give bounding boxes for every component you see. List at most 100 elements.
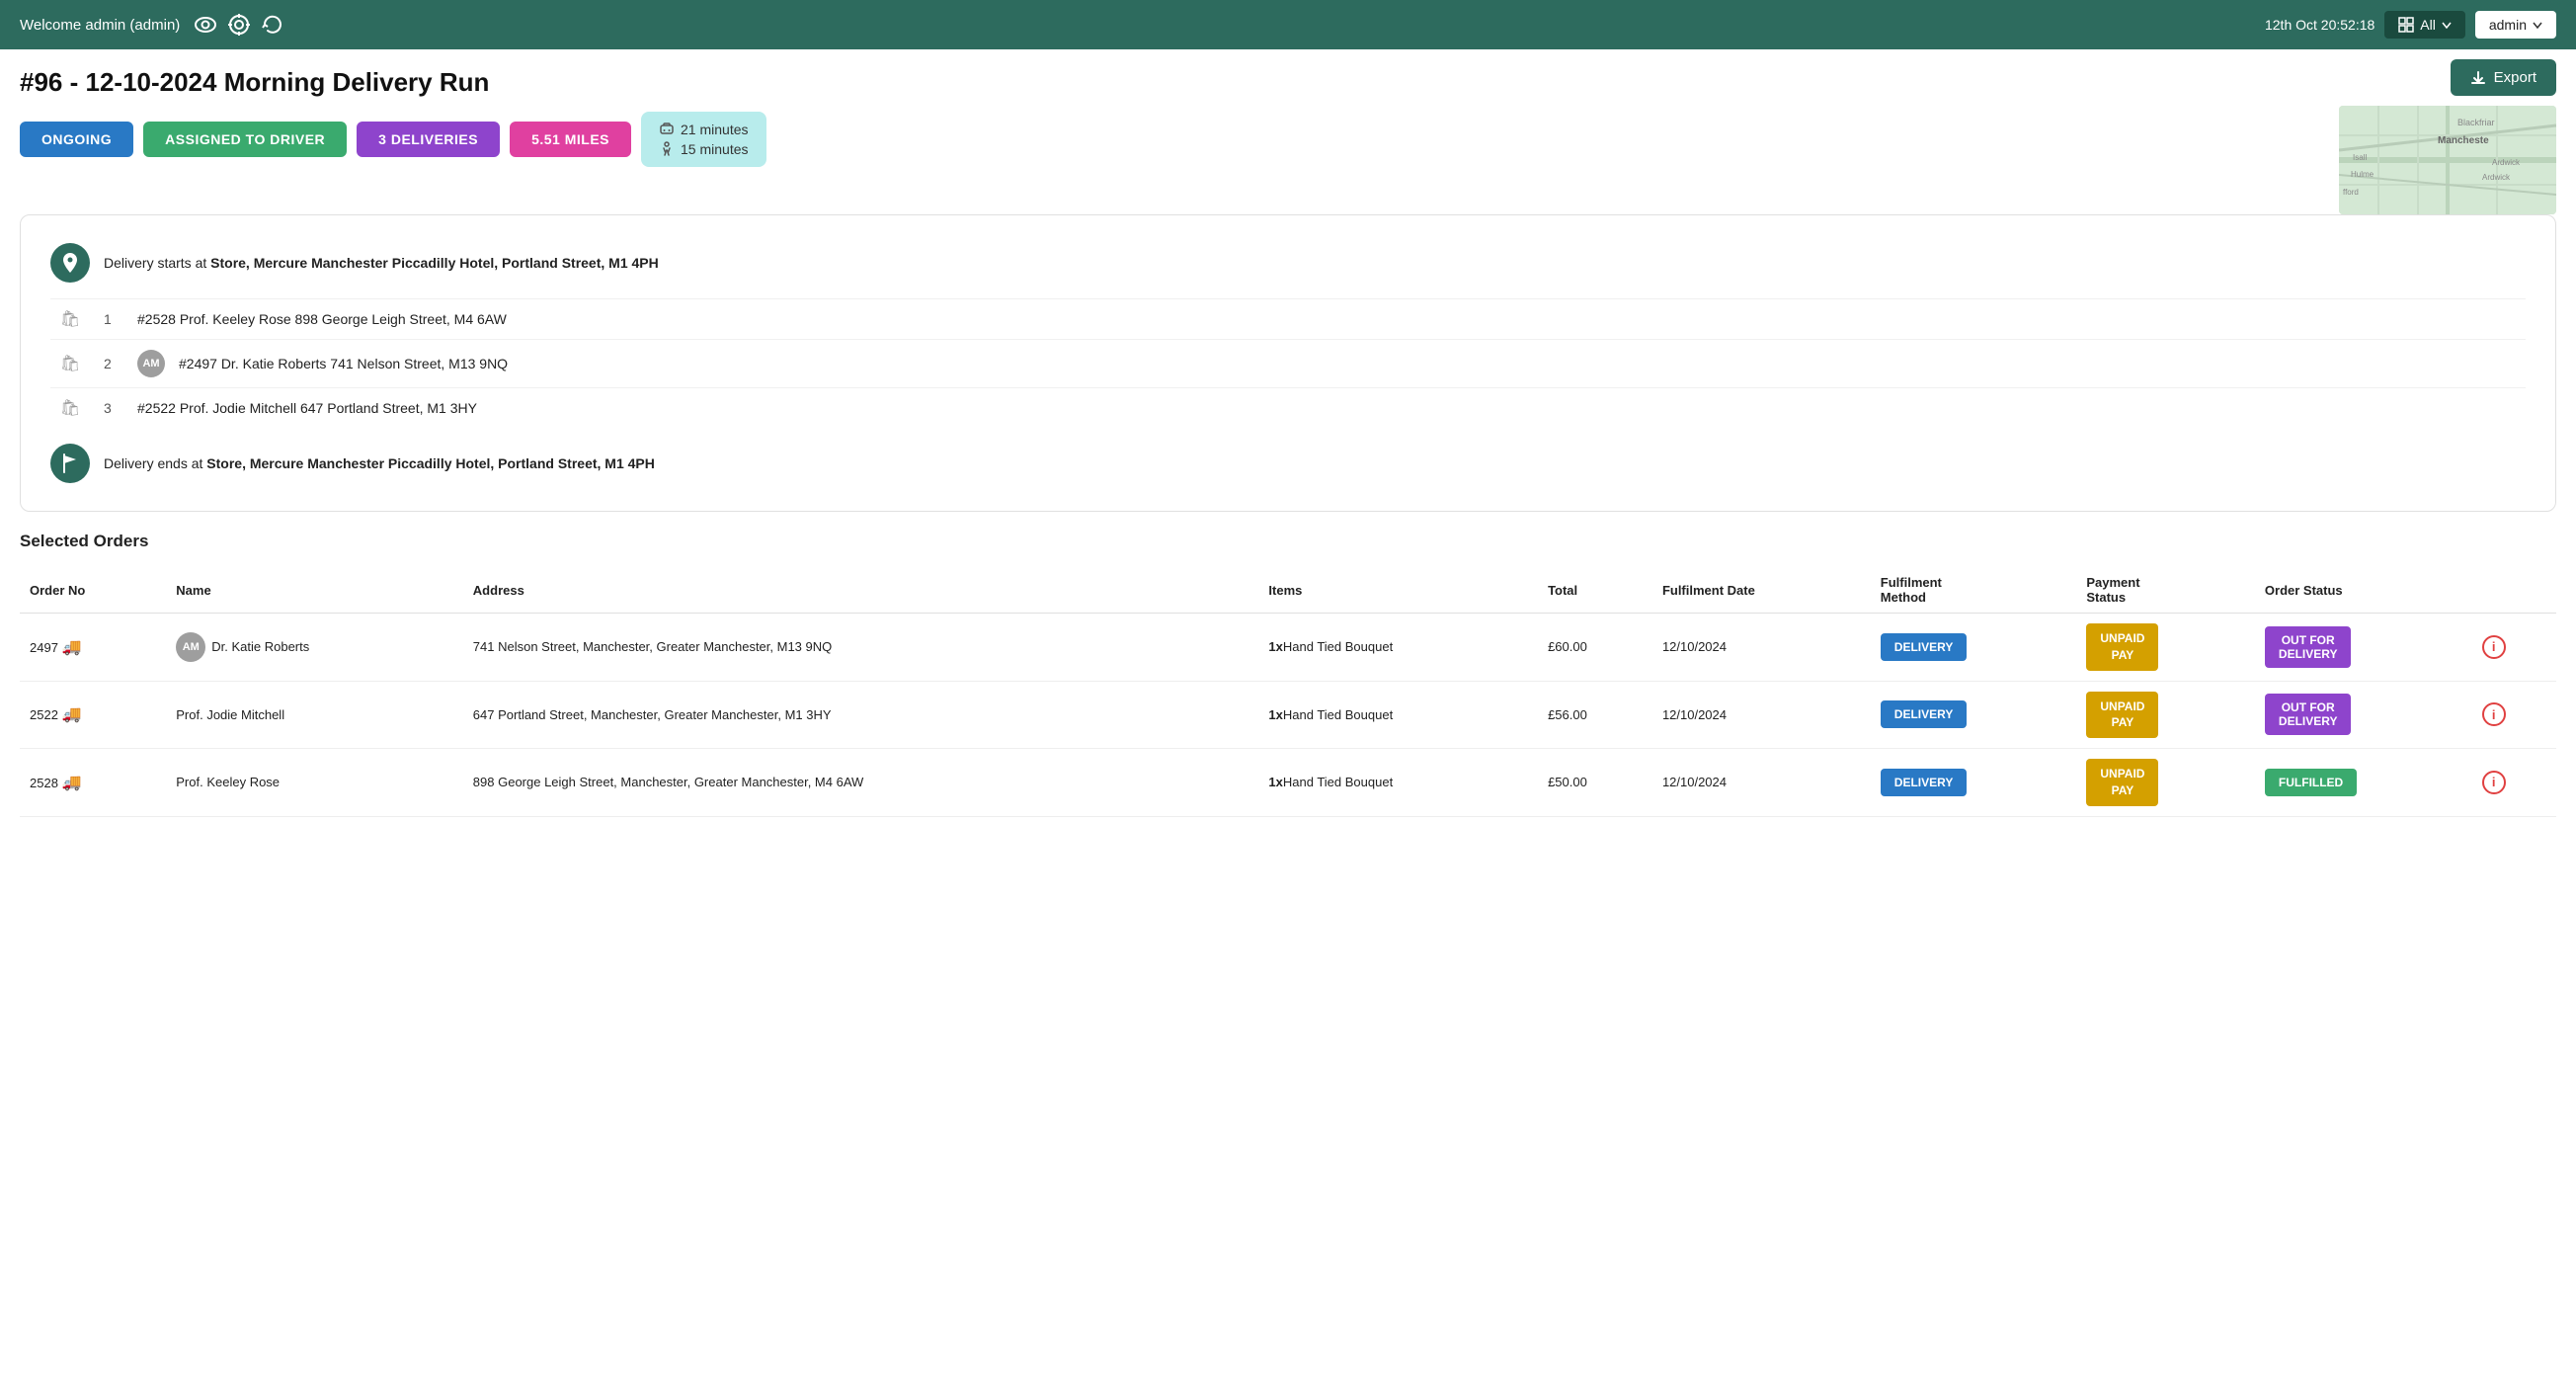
badge-miles: 5.51 MILES <box>510 122 631 157</box>
unpaid-btn-2522[interactable]: UNPAIDPAY <box>2086 692 2158 739</box>
date-2522: 12/10/2024 <box>1652 681 1871 749</box>
out-delivery-btn-2522[interactable]: OUT FORDELIVERY <box>2265 694 2352 735</box>
route-end-location: Store, Mercure Manchester Piccadilly Hot… <box>206 455 655 471</box>
orders-section: Selected Orders Order No Name Address It… <box>0 532 2576 837</box>
svg-text:Ardwick: Ardwick <box>2482 173 2511 182</box>
header-right: 12th Oct 20:52:18 All admin <box>2265 11 2556 39</box>
name-text-2497: Dr. Katie Roberts <box>211 639 309 654</box>
svg-text:Hulme: Hulme <box>2351 170 2375 179</box>
col-order-no: Order No <box>20 567 166 614</box>
all-label: All <box>2420 17 2436 33</box>
title-bar: #96 - 12-10-2024 Morning Delivery Run <box>0 49 2339 98</box>
map-thumbnail: Blackfriar Mancheste Isall Ardwick Hulme… <box>2339 106 2556 214</box>
col-total: Total <box>1538 567 1652 614</box>
svg-text:Isall: Isall <box>2353 153 2367 162</box>
header-icons <box>194 13 284 37</box>
route-end-text: Delivery ends at Store, Mercure Manchest… <box>104 455 655 471</box>
name-2497: AM Dr. Katie Roberts <box>166 614 463 682</box>
fulfilled-btn-2528[interactable]: FULFILLED <box>2265 769 2357 796</box>
items-2497: 1xHand Tied Bouquet <box>1258 614 1538 682</box>
info-icon-2528[interactable]: i <box>2482 771 2506 794</box>
route-start-text: Delivery starts at Store, Mercure Manche… <box>104 255 659 271</box>
header-left: Welcome admin (admin) <box>20 13 284 37</box>
refresh-icon[interactable] <box>261 13 284 37</box>
route-end: Delivery ends at Store, Mercure Manchest… <box>50 444 2526 483</box>
order-no-2497: 2497 🚚 <box>20 614 166 682</box>
name-text-2528: Prof. Keeley Rose <box>176 775 280 789</box>
method-2522: DELIVERY <box>1871 681 2077 749</box>
admin-label: admin <box>2489 17 2527 33</box>
truck-icon-2522: 🚚 <box>62 706 82 723</box>
time-walk-row: 15 minutes <box>659 141 748 157</box>
name-2528: Prof. Keeley Rose <box>166 749 463 817</box>
info-icon-2522[interactable]: i <box>2482 702 2506 726</box>
delivery-num-1: 1 <box>104 311 123 327</box>
payment-2522: UNPAIDPAY <box>2076 681 2255 749</box>
delivery-btn-2522[interactable]: DELIVERY <box>1881 700 1968 728</box>
welcome-text: Welcome admin (admin) <box>20 17 180 34</box>
route-start-label: Delivery starts at <box>104 255 206 271</box>
time-drive-row: 21 minutes <box>659 122 748 137</box>
target-icon[interactable] <box>227 13 251 37</box>
date-2528: 12/10/2024 <box>1652 749 1871 817</box>
badges-row: ONGOING ASSIGNED TO DRIVER 3 DELIVERIES … <box>0 98 2339 183</box>
col-address: Address <box>463 567 1259 614</box>
truck-icon-2528: 🚚 <box>62 775 82 791</box>
flag-icon <box>50 444 90 483</box>
delivery-btn-2497[interactable]: DELIVERY <box>1881 633 1968 661</box>
delivery-num-2: 2 <box>104 356 123 371</box>
svg-text:Blackfriar: Blackfriar <box>2457 118 2495 127</box>
order-no-2528: 2528 🚚 <box>20 749 166 817</box>
total-2497: £60.00 <box>1538 614 1652 682</box>
out-delivery-btn-2497[interactable]: OUT FORDELIVERY <box>2265 626 2352 668</box>
payment-2497: UNPAIDPAY <box>2076 614 2255 682</box>
page-title: #96 - 12-10-2024 Morning Delivery Run <box>20 67 489 98</box>
method-2497: DELIVERY <box>1871 614 2077 682</box>
time-walk: 15 minutes <box>681 141 748 157</box>
address-2497: 741 Nelson Street, Manchester, Greater M… <box>463 614 1259 682</box>
delivery-row-3: 🛍 3 #2522 Prof. Jodie Mitchell 647 Portl… <box>50 387 2526 428</box>
col-fulfilment-method: FulfilmentMethod <box>1871 567 2077 614</box>
bag-icon-1: 🛍 <box>50 309 90 329</box>
header: Welcome admin (admin) 12th Oct 20:52:18 … <box>0 0 2576 49</box>
bag-icon-3: 🛍 <box>50 398 90 418</box>
total-2522: £56.00 <box>1538 681 1652 749</box>
order-no-2522: 2522 🚚 <box>20 681 166 749</box>
truck-icon-2497: 🚚 <box>62 639 82 656</box>
total-2528: £50.00 <box>1538 749 1652 817</box>
delivery-text-2: #2497 Dr. Katie Roberts 741 Nelson Stree… <box>179 356 508 371</box>
order-row-2497: 2497 🚚 AM Dr. Katie Roberts 741 Nelson S… <box>20 614 2556 682</box>
items-2528: 1xHand Tied Bouquet <box>1258 749 1538 817</box>
status-2522: OUT FORDELIVERY <box>2255 681 2472 749</box>
delivery-btn-2528[interactable]: DELIVERY <box>1881 769 1968 796</box>
page: #96 - 12-10-2024 Morning Delivery Run ON… <box>0 49 2576 1397</box>
admin-button[interactable]: admin <box>2475 11 2556 39</box>
export-button[interactable]: Export <box>2451 59 2556 96</box>
delivery-row-2: 🛍 2 AM #2497 Dr. Katie Roberts 741 Nelso… <box>50 339 2526 387</box>
top-section: #96 - 12-10-2024 Morning Delivery Run ON… <box>0 49 2576 214</box>
orders-title: Selected Orders <box>20 532 2556 551</box>
col-items: Items <box>1258 567 1538 614</box>
top-right: Export Blackfriar Mancheste Isall <box>2339 49 2576 214</box>
unpaid-btn-2528[interactable]: UNPAIDPAY <box>2086 759 2158 806</box>
eye-icon[interactable] <box>194 13 217 37</box>
badge-assigned-driver: ASSIGNED TO DRIVER <box>143 122 347 157</box>
svg-text:Mancheste: Mancheste <box>2438 135 2489 146</box>
address-2522: 647 Portland Street, Manchester, Greater… <box>463 681 1259 749</box>
bag-icon-2: 🛍 <box>50 354 90 373</box>
route-start: Delivery starts at Store, Mercure Manche… <box>50 243 2526 283</box>
delivery-text-3: #2522 Prof. Jodie Mitchell 647 Portland … <box>137 400 477 416</box>
all-button[interactable]: All <box>2384 11 2465 39</box>
name-text-2522: Prof. Jodie Mitchell <box>176 707 284 722</box>
info-icon-2497[interactable]: i <box>2482 635 2506 659</box>
delivery-row-1: 🛍 1 #2528 Prof. Keeley Rose 898 George L… <box>50 298 2526 339</box>
avatar-am: AM <box>137 350 165 377</box>
info-2497: i <box>2472 614 2556 682</box>
orders-table: Order No Name Address Items Total Fulfil… <box>20 567 2556 817</box>
col-actions <box>2472 567 2556 614</box>
top-left: #96 - 12-10-2024 Morning Delivery Run ON… <box>0 49 2339 183</box>
route-start-location: Store, Mercure Manchester Piccadilly Hot… <box>210 255 659 271</box>
unpaid-btn-2497[interactable]: UNPAIDPAY <box>2086 623 2158 671</box>
delivery-num-3: 3 <box>104 400 123 416</box>
route-card: Delivery starts at Store, Mercure Manche… <box>20 214 2556 512</box>
